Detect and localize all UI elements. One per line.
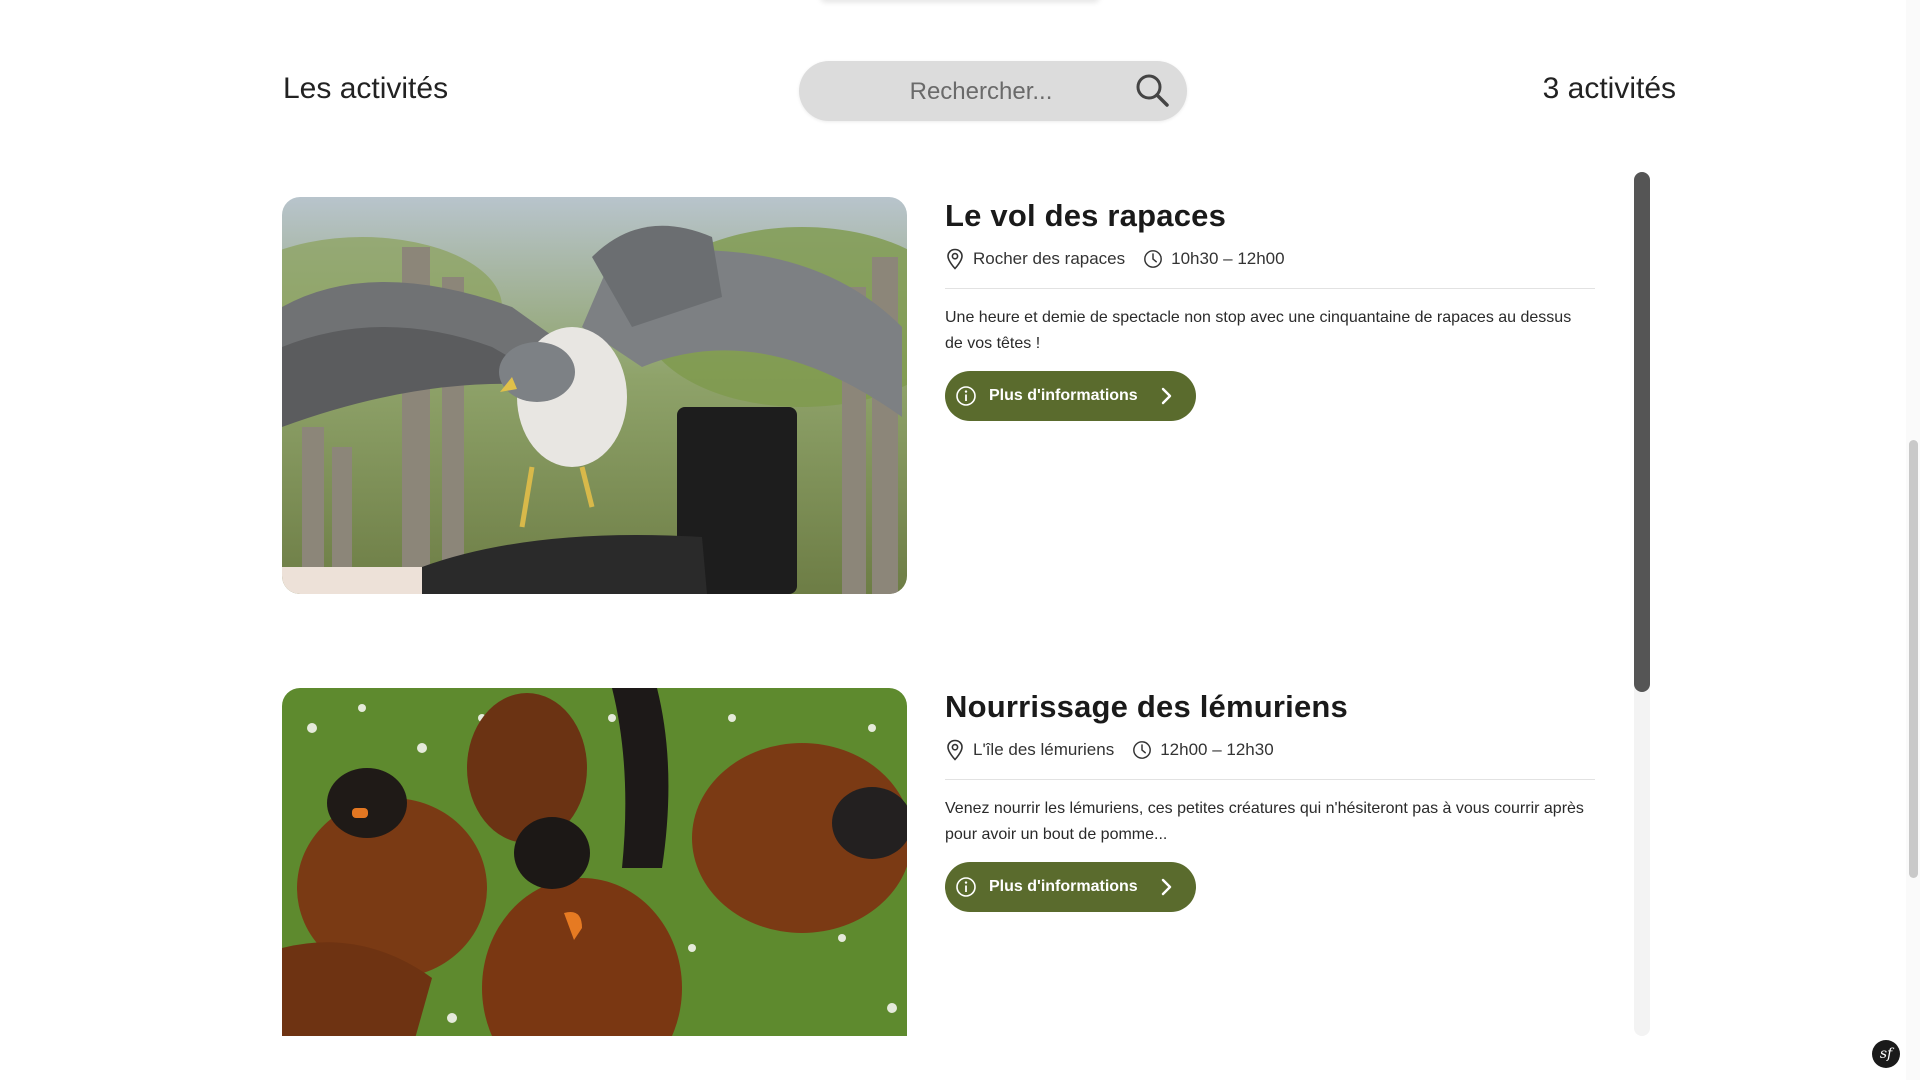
activity-image-raptor <box>282 197 907 594</box>
activity-location: L'île des lémuriens <box>945 739 1114 761</box>
more-info-button[interactable]: Plus d'informations <box>945 371 1196 421</box>
activity-title: Le vol des rapaces <box>945 198 1227 233</box>
chevron-right-icon <box>1161 878 1171 896</box>
chevron-right-icon <box>1161 387 1171 405</box>
activity-card: Le vol des rapaces Rocher des rapaces 10… <box>282 172 1602 594</box>
activity-title: Nourrissage des lémuriens <box>945 689 1348 724</box>
page-scroll-thumb[interactable] <box>1909 440 1918 878</box>
more-info-button[interactable]: Plus d'informations <box>945 862 1196 912</box>
page-title: Les activités <box>283 72 449 105</box>
search-bar[interactable] <box>799 61 1187 123</box>
time-label: 12h00 – 12h30 <box>1160 740 1274 759</box>
activity-meta: Rocher des rapaces 10h30 – 12h00 <box>945 248 1595 270</box>
divider <box>945 288 1595 289</box>
activity-list-scroll-thumb[interactable] <box>1634 172 1650 692</box>
activity-list-scrollbar[interactable] <box>1634 172 1650 1036</box>
search-icon[interactable] <box>1133 71 1173 111</box>
symfony-logo-icon[interactable]: sf <box>1872 1040 1900 1068</box>
activity-list: Le vol des rapaces Rocher des rapaces 10… <box>282 172 1652 1036</box>
info-icon <box>956 386 976 406</box>
activity-content: Le vol des rapaces Rocher des rapaces 10… <box>945 198 1595 421</box>
info-icon <box>956 877 976 897</box>
activity-location: Rocher des rapaces <box>945 248 1125 270</box>
activity-meta: L'île des lémuriens 12h00 – 12h30 <box>945 739 1595 761</box>
location-label: Rocher des rapaces <box>973 249 1126 268</box>
activity-description: Une heure et demie de spectacle non stop… <box>945 309 1572 352</box>
search-input[interactable] <box>839 61 1123 123</box>
location-pin-icon <box>947 739 963 761</box>
location-pin-icon <box>947 248 963 270</box>
time-label: 10h30 – 12h00 <box>1171 249 1285 268</box>
divider <box>945 779 1595 780</box>
location-label: L'île des lémuriens <box>973 740 1115 759</box>
activity-card: Nourrissage des lémuriens L'île des lému… <box>282 663 1602 1036</box>
clock-icon <box>1144 250 1163 268</box>
activity-time: 12h00 – 12h30 <box>1132 739 1274 761</box>
activity-count: 3 activités <box>1542 72 1676 105</box>
more-info-label: Plus d'informations <box>989 387 1138 404</box>
activity-description: Venez nourrir les lémuriens, ces petites… <box>945 800 1584 843</box>
page-scrollbar[interactable] <box>1906 0 1920 1080</box>
activity-image-lemur <box>282 688 907 1036</box>
activity-content: Nourrissage des lémuriens L'île des lému… <box>945 689 1595 912</box>
activity-time: 10h30 – 12h00 <box>1143 248 1285 270</box>
clock-icon <box>1133 741 1152 759</box>
more-info-label: Plus d'informations <box>989 878 1138 895</box>
